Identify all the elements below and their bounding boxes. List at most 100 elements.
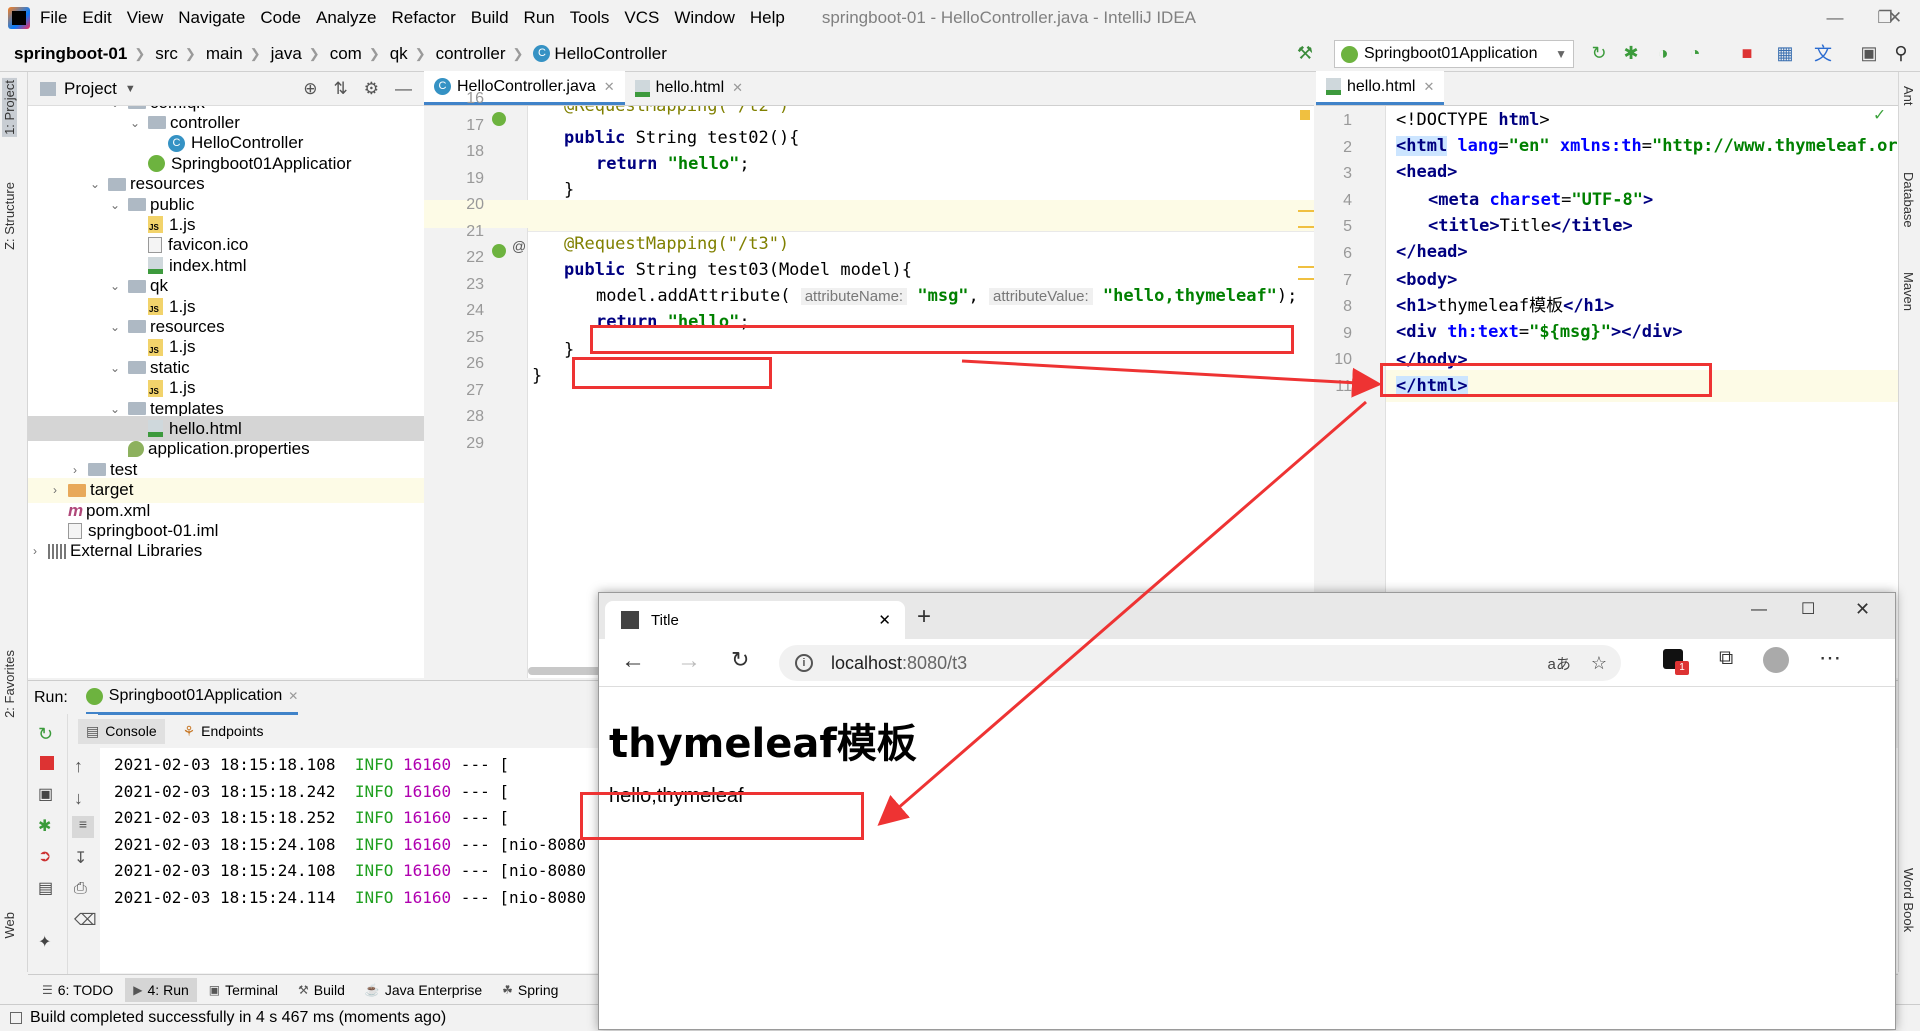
close-icon[interactable]: ✕ [1855, 599, 1870, 620]
menu-window[interactable]: Window [674, 8, 734, 28]
exit-icon[interactable]: ➲ [38, 846, 51, 866]
collections-icon[interactable]: ⧉ [1719, 647, 1733, 670]
maximize-icon[interactable]: ☐ [1801, 599, 1815, 619]
warning-marker-icon[interactable] [1300, 110, 1310, 120]
arrow-up-icon[interactable]: ↑ [74, 756, 83, 777]
search-icon[interactable]: ⚲ [1890, 42, 1912, 64]
camera-icon[interactable]: ▣ [38, 784, 53, 804]
arrow-down-icon[interactable]: ↓ [74, 788, 83, 809]
tool-tab-word-book[interactable]: Word Book [1901, 868, 1916, 932]
project-panel-title[interactable]: Project [64, 79, 117, 99]
tool-tab-web[interactable]: Web [2, 912, 17, 939]
bottom-tab[interactable]: ☘ Spring [494, 978, 566, 1002]
debug-icon[interactable]: ✱ [1620, 42, 1642, 64]
menu-build[interactable]: Build [471, 8, 509, 28]
breadcrumb-qk[interactable]: qk [390, 44, 408, 64]
tab-hello-html[interactable]: hello.html ✕ [625, 71, 753, 105]
tab-endpoints[interactable]: ⚘ Endpoints [175, 719, 272, 744]
read-aloud-icon[interactable]: aあ [1548, 653, 1571, 674]
breadcrumb-controller[interactable]: controller [436, 44, 506, 64]
hide-panel-icon[interactable]: — [395, 79, 412, 99]
menu-run[interactable]: Run [524, 8, 555, 28]
bottom-tab[interactable]: ☕ Java Enterprise [357, 978, 490, 1002]
browser-tab[interactable]: Title ✕ [605, 601, 905, 639]
close-icon[interactable]: ✕ [604, 79, 615, 95]
pin-icon[interactable]: ✦ [38, 932, 51, 952]
chevron-down-icon[interactable]: ⌄ [108, 361, 122, 375]
refresh-icon[interactable]: ↻ [731, 647, 749, 673]
info-icon[interactable]: i [795, 654, 813, 672]
menu-analyze[interactable]: Analyze [316, 8, 376, 28]
tool-tab-project[interactable]: 1: Project [2, 78, 17, 137]
translate-icon[interactable]: 文 [1812, 42, 1834, 64]
layout-icon[interactable]: ▤ [38, 878, 53, 898]
address-bar[interactable]: i localhost:8080/t3 aあ ☆ [779, 645, 1621, 681]
profile-icon[interactable]: ◔ [1684, 42, 1706, 64]
breadcrumb-com[interactable]: com [330, 44, 362, 64]
profile-avatar-icon[interactable] [1763, 647, 1789, 673]
soft-wrap-icon[interactable]: ≡ [72, 816, 94, 838]
scroll-to-end-icon[interactable]: ↧ [74, 848, 87, 868]
locate-icon[interactable]: ⊕ [303, 79, 317, 99]
breadcrumb-main[interactable]: main [206, 44, 243, 64]
project-structure-icon[interactable]: ▦ [1774, 42, 1796, 64]
tree-item[interactable]: › External Libraries [28, 539, 424, 564]
menu-refactor[interactable]: Refactor [391, 8, 455, 28]
chevron-right-icon[interactable]: › [48, 483, 62, 497]
close-icon[interactable]: ✕ [878, 611, 891, 629]
bottom-tab[interactable]: ▣ Terminal [201, 978, 286, 1002]
breadcrumb-project[interactable]: springboot-01 [14, 44, 127, 64]
debug-icon[interactable]: ✱ [38, 816, 51, 836]
forward-icon[interactable]: → [677, 647, 701, 675]
breadcrumb-java[interactable]: java [271, 44, 302, 64]
layout-icon[interactable]: ▣ [1858, 42, 1880, 64]
close-icon[interactable]: ✕ [1423, 79, 1434, 95]
menu-navigate[interactable]: Navigate [178, 8, 245, 28]
hammer-icon[interactable]: ⚒ [1294, 42, 1316, 64]
at-sign-icon[interactable]: @ [512, 238, 526, 254]
run-gutter-icon[interactable] [492, 244, 506, 258]
gear-icon[interactable]: ⚙ [364, 79, 379, 99]
status-icon[interactable] [10, 1011, 22, 1024]
new-tab-icon[interactable]: + [917, 603, 931, 631]
tool-tab-favorites[interactable]: 2: Favorites [2, 650, 17, 718]
stop-icon[interactable]: ■ [1736, 42, 1758, 64]
chevron-right-icon[interactable]: › [68, 463, 82, 477]
close-icon[interactable]: ✕ [288, 689, 298, 703]
coverage-icon[interactable]: ◑ [1652, 42, 1674, 64]
menu-view[interactable]: View [127, 8, 164, 28]
tool-tab-maven[interactable]: Maven [1901, 272, 1916, 311]
back-icon[interactable]: ← [621, 647, 645, 675]
menu-edit[interactable]: Edit [82, 8, 111, 28]
chevron-down-icon[interactable]: ▼ [125, 83, 136, 95]
tool-tab-structure[interactable]: Z: Structure [2, 182, 17, 250]
favorite-add-icon[interactable]: ☆ [1591, 653, 1607, 674]
print-icon[interactable]: ⎙ [74, 880, 87, 898]
menu-file[interactable]: File [40, 8, 67, 28]
run-gutter-icon[interactable] [492, 112, 506, 126]
tab-hello-html-right[interactable]: hello.html ✕ [1316, 71, 1445, 105]
tool-tab-database[interactable]: Database [1901, 172, 1916, 228]
chevron-down-icon[interactable]: ⌄ [108, 402, 122, 416]
bottom-tab[interactable]: ▶ 4: Run [125, 977, 197, 1002]
rerun-icon[interactable]: ↻ [38, 724, 53, 745]
run-config-dropdown[interactable]: Springboot01Application ▼ [1334, 40, 1574, 68]
chevron-down-icon[interactable]: ⌄ [108, 320, 122, 334]
more-icon[interactable]: ⋯ [1819, 645, 1841, 671]
breadcrumb-class[interactable]: HelloController [554, 44, 666, 64]
run-config-tab[interactable]: Springboot01Application ✕ [85, 681, 299, 715]
menu-help[interactable]: Help [750, 8, 785, 28]
tool-tab-ant[interactable]: Ant [1901, 86, 1916, 106]
menu-vcs[interactable]: VCS [624, 8, 659, 28]
chevron-down-icon[interactable]: ⌄ [108, 106, 122, 110]
bottom-tab[interactable]: ☰ 6: TODO [34, 978, 121, 1002]
chevron-down-icon[interactable]: ⌄ [108, 279, 122, 293]
menu-tools[interactable]: Tools [570, 8, 610, 28]
chevron-down-icon[interactable]: ⌄ [108, 198, 122, 212]
chevron-down-icon[interactable]: ⌄ [88, 177, 102, 191]
minimize-icon[interactable]: — [1751, 601, 1767, 619]
rerun-icon[interactable]: ↻ [1588, 42, 1610, 64]
close-icon[interactable]: ✕ [732, 80, 743, 96]
minimize-icon[interactable]: — [1810, 0, 1860, 36]
tab-console[interactable]: ▤ Console [78, 718, 165, 744]
